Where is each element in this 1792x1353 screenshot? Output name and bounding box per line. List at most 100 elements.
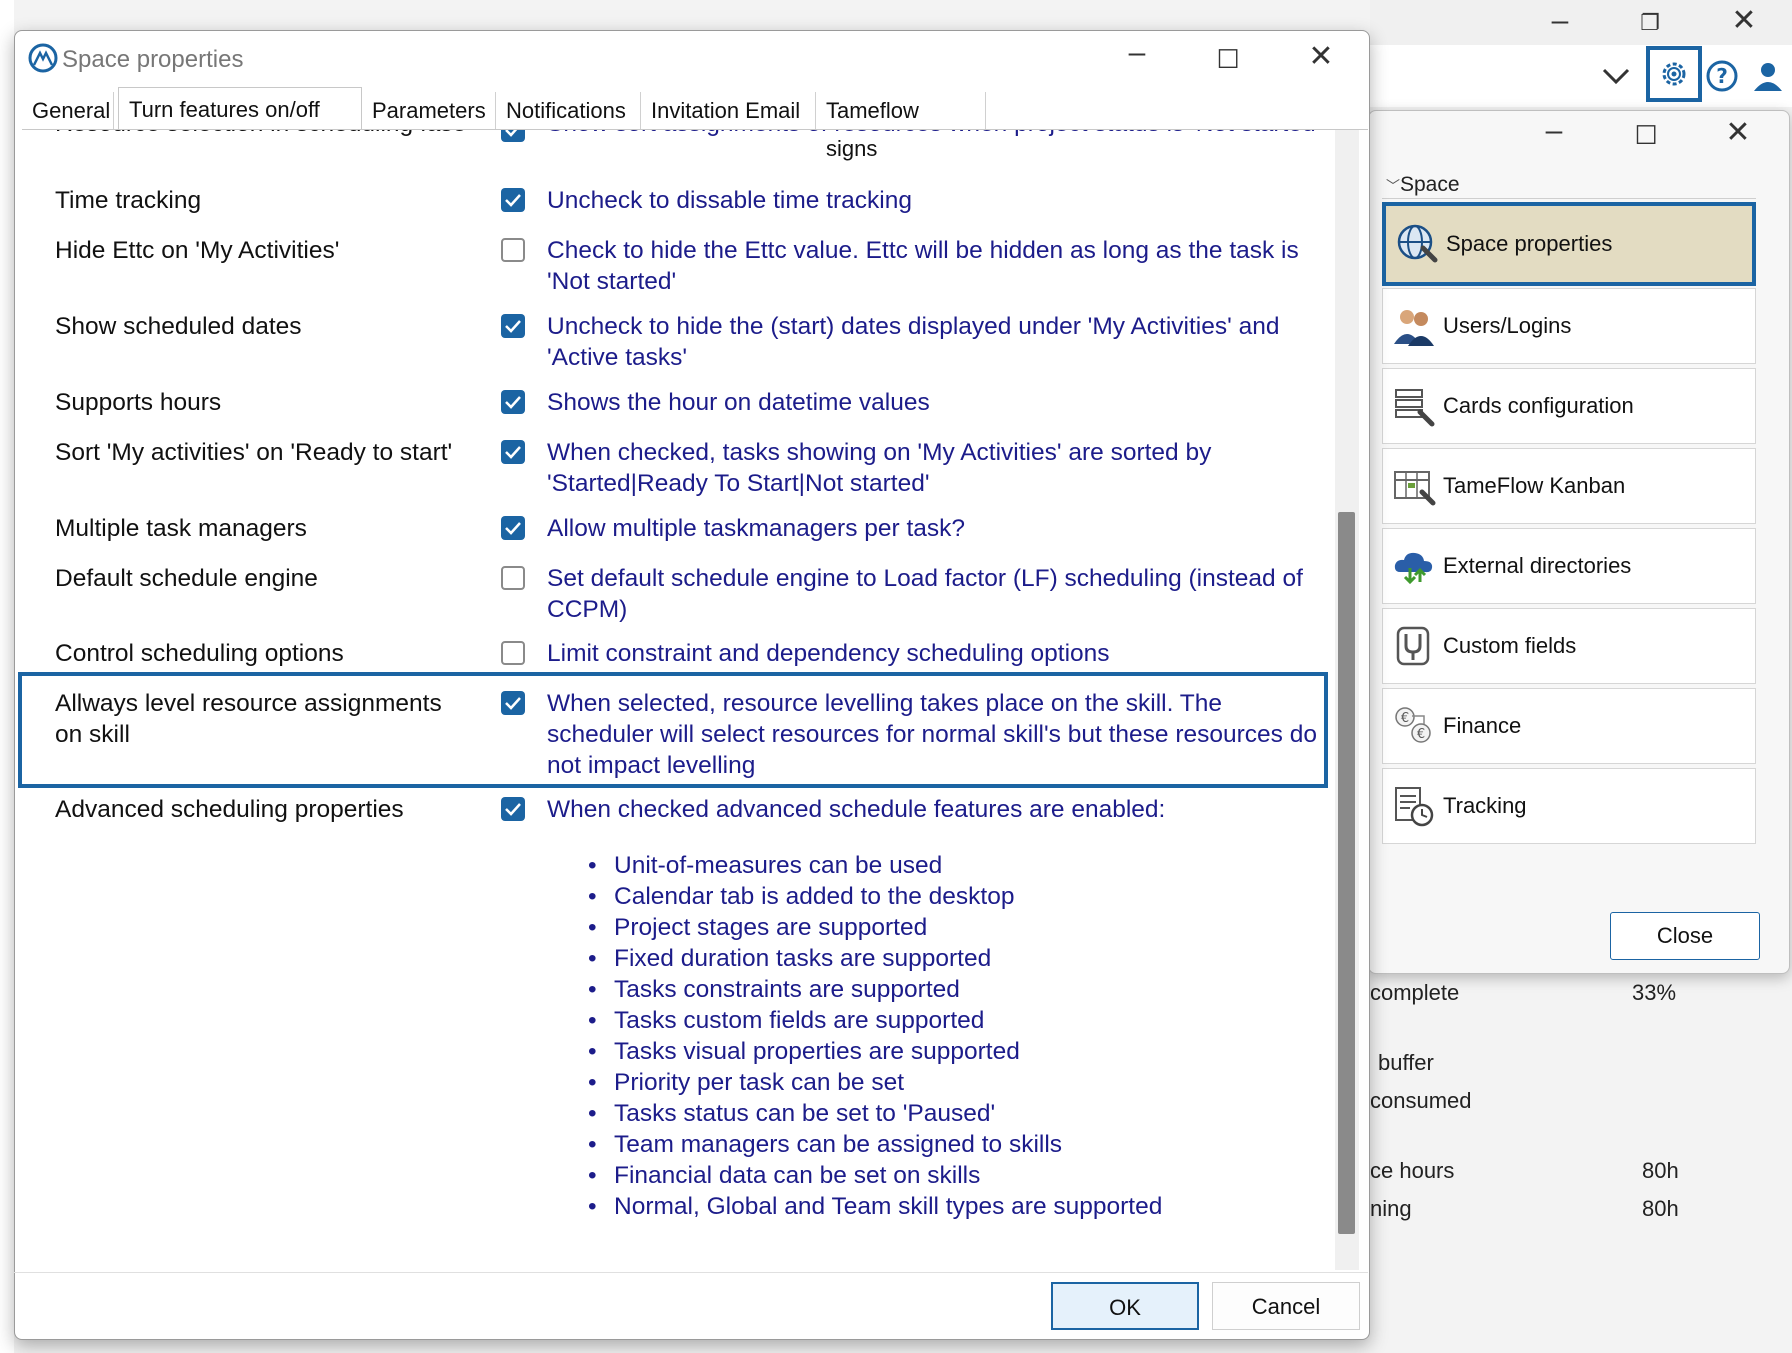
tracking-icon: [1391, 783, 1437, 829]
space-item-label: Cards configuration: [1443, 393, 1634, 418]
space-item-external-directories[interactable]: External directories: [1382, 528, 1756, 604]
space-item-label: Finance: [1443, 713, 1522, 738]
feature-description: Check to hide the Ettc value. Ettc will …: [547, 237, 1299, 295]
feature-checkbox[interactable]: [501, 130, 525, 142]
stat-label: complete: [1370, 980, 1460, 1005]
feature-checkbox[interactable]: [501, 566, 525, 590]
tab-notifications[interactable]: Notifications: [496, 92, 641, 129]
feature-label: Resource selection in scheduling fase: [55, 130, 466, 139]
list-item: Tasks constraints are supported: [588, 974, 1162, 1005]
feature-checkbox[interactable]: [501, 797, 525, 821]
feature-label: Time tracking: [55, 187, 202, 214]
dialog-close-button[interactable]: ✕: [1301, 42, 1341, 72]
list-item: Unit-of-measures can be used: [588, 850, 1162, 881]
stat-label: ning: [1370, 1196, 1412, 1221]
space-close-button[interactable]: Close: [1610, 912, 1760, 960]
gear-icon: [1662, 62, 1686, 86]
stat-value: 33%: [1632, 980, 1677, 1005]
tab-invitation-email[interactable]: Invitation Email: [641, 92, 816, 129]
dialog-maximize-button[interactable]: ☐: [1208, 44, 1248, 74]
space-item-tameflow-kanban[interactable]: TameFlow Kanban: [1382, 448, 1756, 524]
feature-checkbox[interactable]: [501, 314, 525, 338]
tab-tameflow-signs[interactable]: Tameflow signs: [816, 92, 986, 161]
chevron-down-icon: ﹀: [1386, 178, 1400, 194]
app-minimize-button[interactable]: –: [1540, 6, 1580, 36]
feature-label: Multiple task managers: [55, 515, 307, 542]
feature-checkbox[interactable]: [501, 238, 525, 262]
space-item-label: Users/Logins: [1443, 313, 1572, 338]
feature-label: Hide Ettc on 'My Activities': [55, 237, 340, 264]
stat-label: buffer: [1378, 1050, 1434, 1075]
feature-label: Default schedule engine: [55, 565, 318, 592]
tab-turn-features[interactable]: Turn features on/off: [118, 87, 362, 130]
feature-checkbox[interactable]: [501, 440, 525, 464]
feature-checkbox[interactable]: [501, 516, 525, 540]
space-item-cards-configuration[interactable]: Cards configuration: [1382, 368, 1756, 444]
svg-text:€: €: [1401, 711, 1409, 726]
space-item-label: External directories: [1443, 553, 1632, 578]
space-item-label: Space properties: [1446, 231, 1613, 256]
space-item-tracking[interactable]: Tracking: [1382, 768, 1756, 844]
custom-fields-icon: [1391, 623, 1437, 669]
feature-description: When checked advanced schedule features …: [547, 796, 1166, 823]
svg-text:?: ?: [1716, 64, 1728, 88]
space-item-custom-fields[interactable]: Custom fields: [1382, 608, 1756, 684]
space-item-space-properties[interactable]: Space properties: [1382, 202, 1756, 286]
list-item: Tasks custom fields are supported: [588, 1005, 1162, 1036]
feature-description: Set default schedule engine to Load fact…: [547, 565, 1303, 623]
feature-label: Supports hours: [55, 389, 222, 416]
stat-label: consumed: [1370, 1088, 1472, 1113]
feature-description: Uncheck to dissable time tracking: [547, 187, 912, 214]
app-logo-icon: [28, 43, 58, 73]
space-item-label: Custom fields: [1443, 633, 1577, 658]
list-item: Tasks visual properties are supported: [588, 1036, 1162, 1067]
app-restore-button[interactable]: ❐: [1630, 8, 1670, 38]
space-item-label: TameFlow Kanban: [1443, 473, 1626, 498]
space-header-label: Space: [1400, 173, 1460, 196]
list-item: Project stages are supported: [588, 912, 1162, 943]
list-item: Team managers can be assigned to skills: [588, 1129, 1162, 1160]
feature-description: Allow multiple taskmanagers per task?: [547, 515, 966, 542]
space-item-finance[interactable]: € € Finance: [1382, 688, 1756, 764]
svg-text:€: €: [1417, 727, 1425, 742]
kanban-icon: [1391, 463, 1437, 509]
scrollbar-thumb[interactable]: [1338, 512, 1355, 1234]
feature-checkbox[interactable]: [501, 641, 525, 665]
space-close-icon[interactable]: ✕: [1718, 118, 1758, 148]
settings-button[interactable]: [1646, 46, 1702, 102]
feature-label: Control scheduling options: [55, 640, 344, 667]
list-item: Normal, Global and Team skill types are …: [588, 1191, 1162, 1222]
footer-divider: [14, 1272, 1368, 1273]
space-item-label: Tracking: [1443, 793, 1527, 818]
feature-label: Advanced scheduling properties: [55, 796, 404, 823]
tab-general[interactable]: General: [22, 92, 114, 129]
space-minimize-button[interactable]: –: [1534, 116, 1574, 146]
chevron-down-icon[interactable]: [1596, 56, 1636, 96]
feature-checkbox[interactable]: [501, 188, 525, 212]
stat-label: ce hours: [1370, 1158, 1455, 1183]
help-icon[interactable]: ?: [1702, 56, 1742, 96]
background-left-strip: [0, 0, 14, 1353]
dialog-title: Space properties: [62, 46, 244, 73]
space-item-users-logins[interactable]: Users/Logins: [1382, 288, 1756, 364]
users-icon: [1391, 303, 1437, 349]
tab-parameters[interactable]: Parameters: [362, 92, 496, 129]
space-maximize-button[interactable]: ☐: [1626, 120, 1666, 150]
highlight-box: [18, 672, 1328, 788]
cloud-directory-icon: [1391, 543, 1437, 589]
feature-description: Shows the hour on datetime values: [547, 389, 930, 416]
advanced-features-list: Unit-of-measures can be used Calendar ta…: [588, 850, 1162, 1222]
feature-label: Show scheduled dates: [55, 313, 302, 340]
feature-description: When checked, tasks showing on 'My Activ…: [547, 439, 1212, 497]
feature-description: Show sort assignments of resources when …: [547, 130, 1327, 139]
feature-checkbox[interactable]: [501, 390, 525, 414]
list-item: Financial data can be set on skills: [588, 1160, 1162, 1191]
feature-label: Sort 'My activities' on 'Ready to start': [55, 439, 453, 466]
space-section-header[interactable]: ﹀Space: [1382, 172, 1756, 199]
ok-button[interactable]: OK: [1051, 1282, 1199, 1330]
app-close-button[interactable]: ✕: [1724, 6, 1764, 36]
stat-value: 80h: [1642, 1196, 1679, 1221]
dialog-minimize-button[interactable]: –: [1117, 38, 1157, 68]
user-icon[interactable]: [1748, 56, 1788, 96]
cancel-button[interactable]: Cancel: [1212, 1282, 1360, 1330]
